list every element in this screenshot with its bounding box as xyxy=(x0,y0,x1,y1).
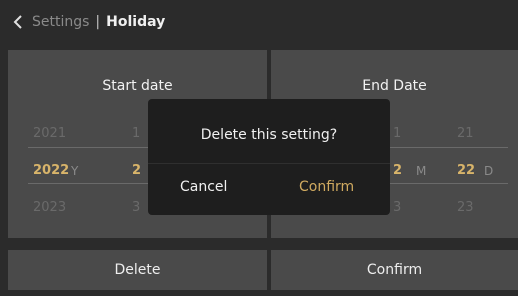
end-day-next[interactable]: 23 xyxy=(457,200,474,215)
page-title: Holiday xyxy=(106,14,166,30)
start-year-selected[interactable]: 2022 xyxy=(33,163,69,178)
breadcrumb-settings[interactable]: Settings xyxy=(32,14,89,30)
confirm-button[interactable]: Confirm xyxy=(271,250,518,290)
chevron-left-icon[interactable] xyxy=(12,14,26,30)
end-month-unit: M xyxy=(416,164,427,178)
start-year-unit: Y xyxy=(71,164,79,178)
header-bar: Settings | Holiday xyxy=(0,0,518,44)
dialog-confirm-button[interactable]: Confirm xyxy=(299,179,354,195)
start-date-title: Start date xyxy=(102,78,173,94)
end-day-prev[interactable]: 21 xyxy=(457,126,474,141)
start-month-next[interactable]: 3 xyxy=(132,200,140,215)
end-month-selected[interactable]: 2 xyxy=(393,163,402,178)
dialog-message: Delete this setting? xyxy=(200,127,338,143)
dialog-divider xyxy=(148,163,390,164)
dialog-cancel-button[interactable]: Cancel xyxy=(180,179,227,195)
delete-confirm-dialog: Delete this setting? Cancel Confirm xyxy=(148,99,390,215)
delete-button[interactable]: Delete xyxy=(8,250,267,290)
start-year-next[interactable]: 2023 xyxy=(33,200,66,215)
start-month-selected[interactable]: 2 xyxy=(132,163,141,178)
holiday-screen: Settings | Holiday Start date 2021 2022 … xyxy=(0,0,518,296)
start-month-prev[interactable]: 1 xyxy=(132,126,140,141)
start-year-prev[interactable]: 2021 xyxy=(33,126,66,141)
end-date-title: End Date xyxy=(362,78,427,94)
end-month-next[interactable]: 3 xyxy=(393,200,401,215)
end-month-prev[interactable]: 1 xyxy=(393,126,401,141)
end-day-selected[interactable]: 22 xyxy=(457,163,475,178)
end-day-unit: D xyxy=(484,164,494,178)
breadcrumb-separator: | xyxy=(95,14,101,30)
